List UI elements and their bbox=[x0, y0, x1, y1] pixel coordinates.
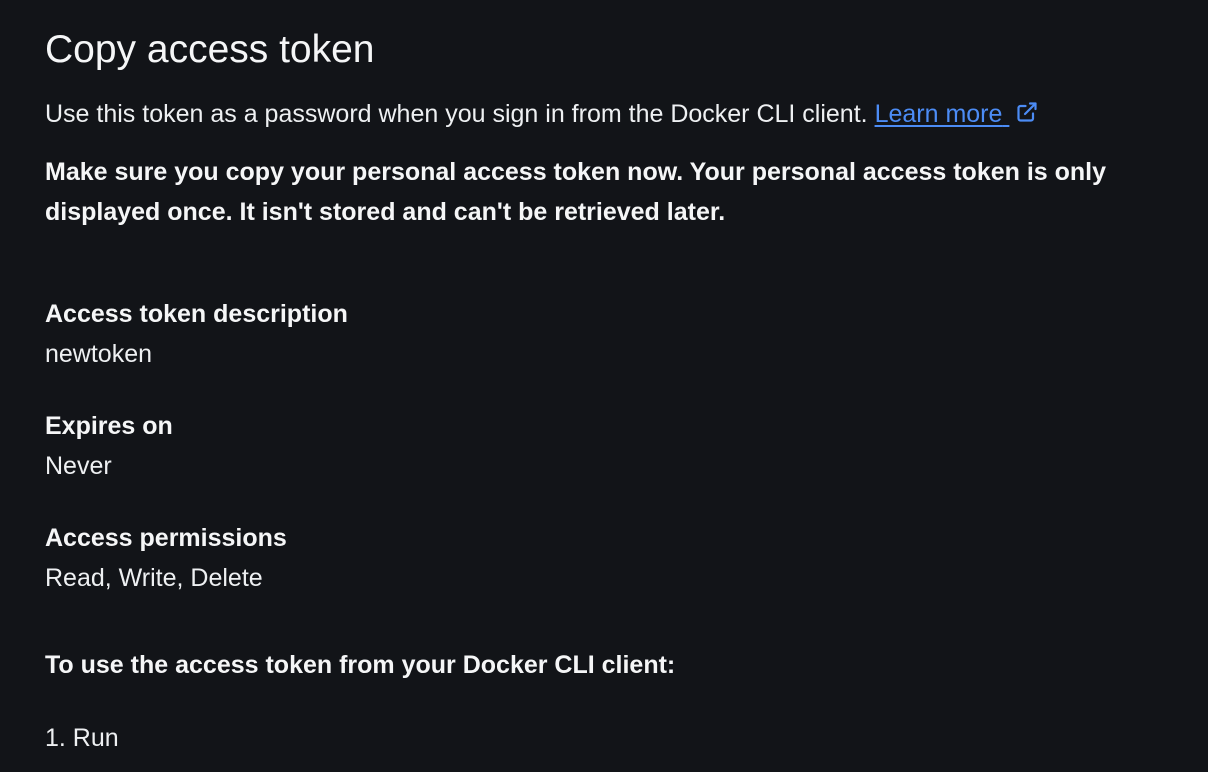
expires-value: Never bbox=[45, 452, 112, 480]
external-link-icon[interactable] bbox=[1015, 100, 1039, 124]
description-label: Access token description bbox=[45, 300, 348, 328]
cli-instructions-heading: To use the access token from your Docker… bbox=[45, 651, 676, 679]
intro-text: Use this token as a password when you si… bbox=[45, 100, 1039, 129]
learn-more-label: Learn more bbox=[874, 100, 1003, 128]
learn-more-link[interactable]: Learn more bbox=[875, 100, 1010, 128]
expires-label: Expires on bbox=[45, 412, 173, 440]
copy-warning: Make sure you copy your personal access … bbox=[45, 158, 1107, 226]
page-title: Copy access token bbox=[45, 28, 375, 71]
step-run: 1. Run bbox=[45, 724, 119, 752]
description-value: newtoken bbox=[45, 340, 153, 368]
permissions-value: Read, Write, Delete bbox=[45, 564, 263, 592]
intro-sentence: Use this token as a password when you si… bbox=[45, 100, 868, 128]
permissions-label: Access permissions bbox=[45, 524, 287, 552]
